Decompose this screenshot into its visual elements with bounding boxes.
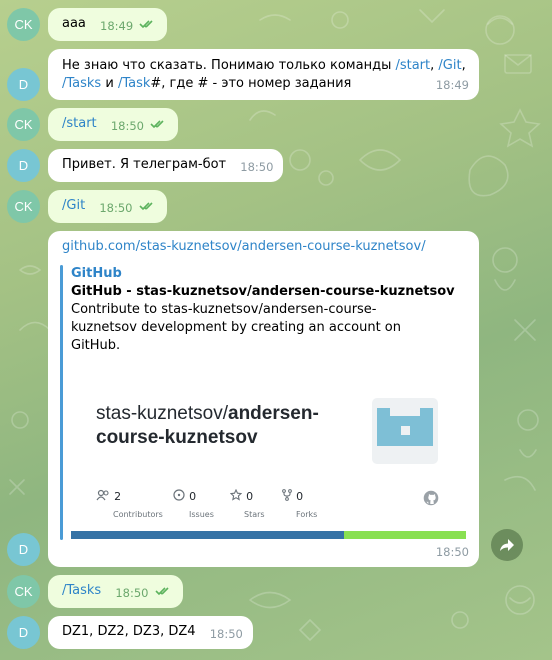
github-url-link[interactable]: github.com/stas-kuznetsov/andersen-cours… <box>62 238 426 256</box>
message-bubble[interactable]: /Tasks 18:50 <box>48 575 183 608</box>
stat-stars: 0 Stars <box>229 488 265 524</box>
avatar[interactable]: CK <box>7 108 40 141</box>
message-text: Не знаю что сказать. Понимаю только кома… <box>62 58 466 91</box>
preview-site-name: GitHub <box>71 266 122 281</box>
avatar[interactable]: D <box>7 68 40 101</box>
stat-forks: 0 Forks <box>282 488 317 524</box>
avatar[interactable]: CK <box>7 8 40 41</box>
command-link-tasks[interactable]: /Tasks <box>62 583 101 598</box>
message-text: DZ1, DZ2, DZ3, DZ4 <box>62 624 196 639</box>
command-link-git[interactable]: /Git <box>438 58 461 73</box>
message-time: 18:50 <box>209 627 243 641</box>
repo-owner-avatar <box>372 398 438 464</box>
message-bubble[interactable]: github.com/stas-kuznetsov/andersen-cours… <box>48 231 479 567</box>
identicon-icon <box>377 408 433 446</box>
message-time: 18:50 <box>99 201 133 215</box>
stars-icon <box>229 488 243 501</box>
double-check-icon <box>139 19 153 28</box>
share-icon <box>500 539 514 551</box>
forks-icon <box>282 489 292 501</box>
message-time: 18:50 <box>435 545 469 559</box>
avatar[interactable]: CK <box>7 190 40 223</box>
language-bar-shell <box>343 531 466 539</box>
message-time: 18:50 <box>240 160 274 174</box>
command-link-tasks[interactable]: /Tasks <box>62 76 101 91</box>
language-bar <box>71 531 466 539</box>
message-bubble[interactable]: aaa 18:49 <box>48 8 168 41</box>
message-time: 18:50 <box>115 586 149 600</box>
message-bubble[interactable]: DZ1, DZ2, DZ3, DZ4 18:50 <box>48 616 253 649</box>
message-time: 18:50 <box>110 119 144 133</box>
preview-description: Contribute to stas-kuznetsov/andersen-co… <box>71 302 402 353</box>
stat-contributors: 2 Contributors <box>96 488 163 524</box>
command-link-start[interactable]: /start <box>62 116 97 131</box>
avatar[interactable]: CK <box>7 575 40 608</box>
github-logo-icon <box>423 490 439 506</box>
preview-accent-bar <box>60 265 63 540</box>
message-bubble[interactable]: Привет. Я телеграм-бот 18:50 <box>48 149 284 182</box>
double-check-icon <box>155 586 169 595</box>
command-link-task[interactable]: /Task <box>118 76 150 91</box>
link-preview[interactable]: GitHub GitHub - stas-kuznetsov/andersen-… <box>60 265 467 540</box>
message-time: 18:49 <box>100 19 134 33</box>
language-bar-python <box>71 531 344 539</box>
message-text: aaa <box>62 16 86 31</box>
contributors-icon <box>96 489 109 501</box>
command-link-git[interactable]: /Git <box>62 198 85 213</box>
preview-title: GitHub - stas-kuznetsov/andersen-course-… <box>71 284 455 299</box>
forward-button[interactable] <box>491 529 523 561</box>
avatar[interactable]: D <box>7 149 40 182</box>
message-bubble[interactable]: Не знаю что сказать. Понимаю только кома… <box>48 49 479 100</box>
message-bubble[interactable]: /Git 18:50 <box>48 190 167 223</box>
message-time: 18:49 <box>435 78 469 92</box>
message-bubble[interactable]: /start 18:50 <box>48 108 179 141</box>
command-link-start[interactable]: /start <box>395 58 430 73</box>
card-repo-title: stas-kuznetsov/andersen- course-kuznetso… <box>96 403 319 448</box>
message-text: Привет. Я телеграм-бот <box>62 157 227 172</box>
stats-row: 2 Contributors 0 Issues 0 Stars 0 Forks <box>96 488 466 519</box>
double-check-icon <box>139 201 153 210</box>
issues-icon <box>173 489 185 501</box>
avatar[interactable]: D <box>7 533 40 566</box>
preview-image[interactable]: stas-kuznetsov/andersen- course-kuznetso… <box>71 360 466 540</box>
stat-issues: 0 Issues <box>173 488 214 524</box>
avatar[interactable]: D <box>7 616 40 649</box>
double-check-icon <box>150 119 164 128</box>
